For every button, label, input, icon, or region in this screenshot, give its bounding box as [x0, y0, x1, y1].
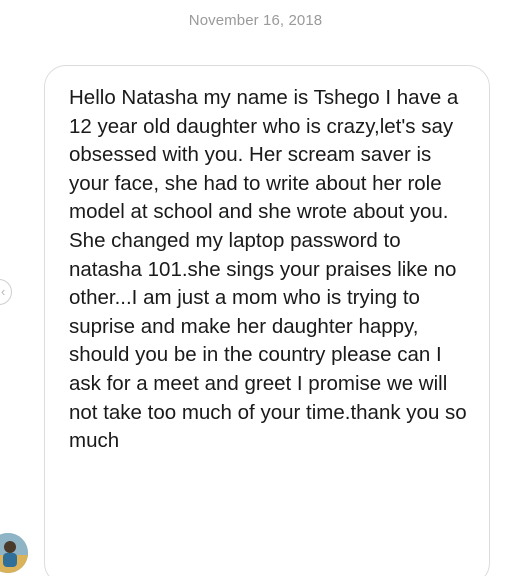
avatar-photo — [0, 533, 28, 573]
date-header: November 16, 2018 — [188, 12, 323, 29]
previous-button[interactable]: ‹ — [0, 279, 12, 305]
message-bubble[interactable]: Hello Natasha my name is Tshego I have a… — [44, 65, 490, 576]
chevron-left-icon: ‹ — [1, 284, 6, 299]
avatar[interactable] — [0, 533, 28, 573]
direct-message-thread: November 16, 2018 ‹ Hello Natasha my nam… — [0, 0, 511, 576]
message-text: Hello Natasha my name is Tshego I have a… — [69, 86, 467, 453]
